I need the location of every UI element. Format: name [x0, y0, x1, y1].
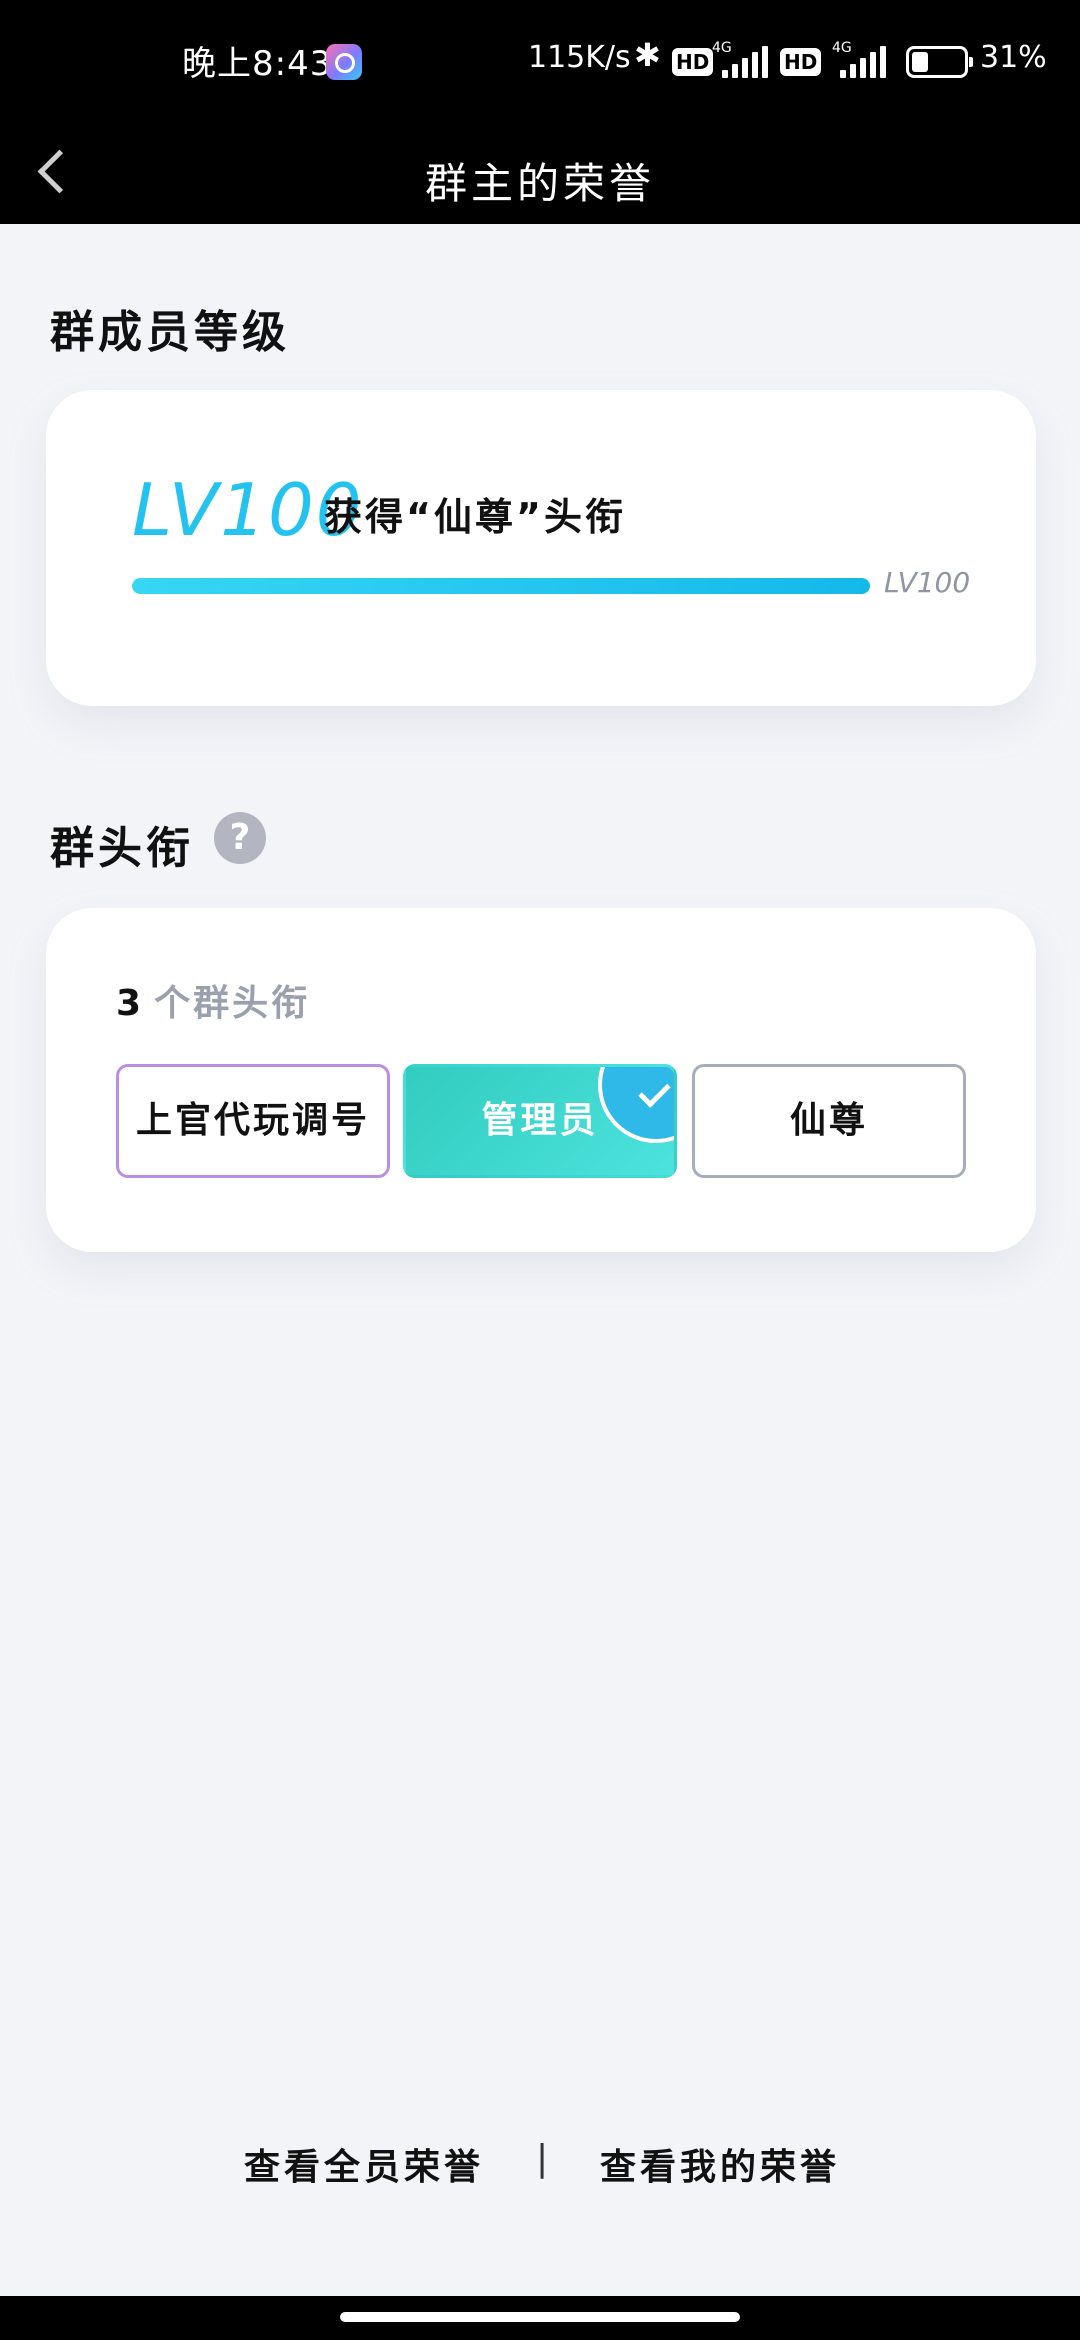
title-tag-label: 上官代玩调号 — [135, 1100, 370, 1141]
level-description: 获得“仙尊”头衔 — [324, 495, 626, 539]
help-icon[interactable]: ? — [214, 812, 266, 864]
hd-badge: HD — [672, 48, 714, 76]
battery-icon — [906, 46, 973, 78]
footer-separator: | — [536, 2138, 553, 2179]
level-section-title: 群成员等级 — [50, 307, 290, 358]
title-tag-label: 仙尊 — [789, 1100, 868, 1141]
view-my-honors-link[interactable]: 查看我的荣誉 — [600, 2138, 840, 2190]
screen: 晚上8:43 115K/s ✱ HD 4G HD 4G 31% 群主的荣誉 群成… — [0, 0, 1080, 2340]
title-count-label: 个群头衔 — [154, 983, 311, 1024]
bluetooth-icon: ✱ — [634, 36, 661, 74]
page-title: 群主的荣誉 — [424, 159, 655, 208]
titles-section-title: 群头衔 — [50, 823, 194, 874]
network-speed: 115K/s — [528, 40, 631, 75]
title-tag-custom[interactable]: 上官代玩调号 — [116, 1064, 390, 1178]
status-time: 晚上8:43 — [182, 44, 333, 84]
level-progress-fill — [132, 578, 870, 594]
footer-links: 查看全员荣誉 | 查看我的荣誉 — [0, 2138, 1080, 2198]
level-card: LV100 获得“仙尊”头衔 LV100 — [46, 390, 1036, 706]
home-indicator[interactable] — [340, 2312, 740, 2322]
title-tag-admin[interactable]: 管理员 — [403, 1064, 677, 1178]
signal-icon — [840, 46, 890, 78]
view-all-honors-link[interactable]: 查看全员荣誉 — [244, 2138, 484, 2190]
battery-percent: 31% — [980, 40, 1047, 75]
signal-icon — [722, 46, 772, 78]
title-count-number: 3 — [116, 983, 145, 1024]
level-progress-bar — [132, 578, 870, 594]
system-nav-bar — [0, 2296, 1080, 2340]
title-count: 3 个群头衔 — [116, 974, 310, 1026]
check-badge-icon — [598, 1067, 674, 1143]
app-notification-icon — [326, 44, 362, 80]
titles-card: 3 个群头衔 上官代玩调号 管理员 仙尊 — [46, 908, 1036, 1252]
progress-end-label: LV100 — [884, 566, 971, 599]
status-bar: 晚上8:43 115K/s ✱ HD 4G HD 4G 31% — [0, 0, 1080, 120]
title-tag-label: 管理员 — [481, 1100, 599, 1141]
nav-bar: 群主的荣誉 — [0, 120, 1080, 224]
title-tag-xianzun[interactable]: 仙尊 — [692, 1064, 966, 1178]
hd-badge: HD — [780, 48, 822, 76]
